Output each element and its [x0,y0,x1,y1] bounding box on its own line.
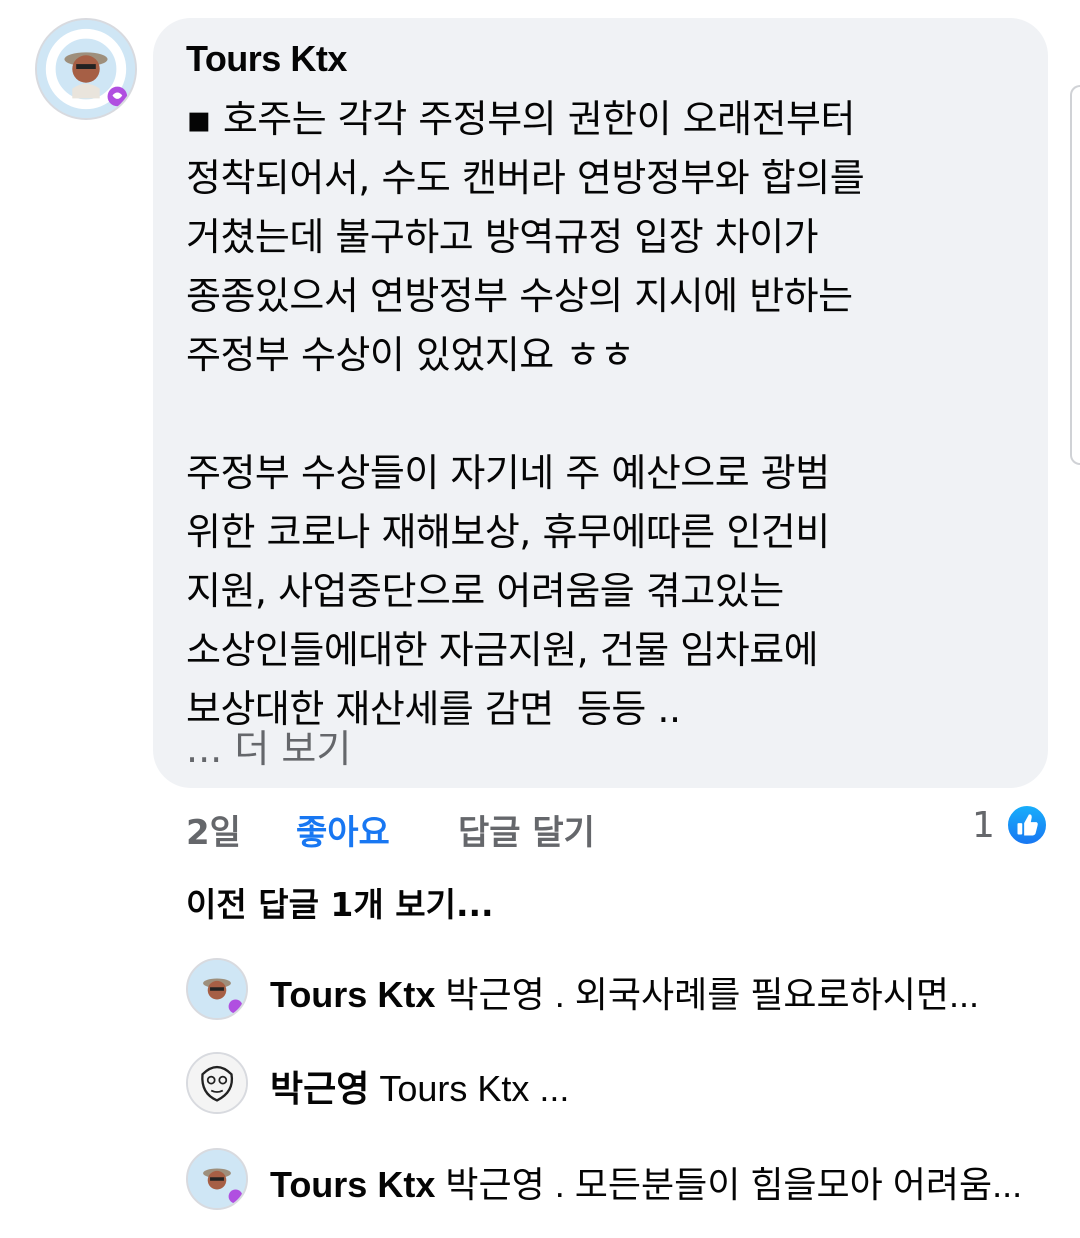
reply-text: 박근영 . 모든분들이 힘을모아 어려움... [435,1164,1023,1205]
reply-item[interactable]: Tours Ktx 박근영 . 모든분들이 힘을모아 어려움... [0,1148,1080,1210]
view-previous-replies[interactable]: 이전 답글 1개 보기... [186,878,494,926]
author-avatar[interactable] [35,18,137,120]
reply-avatar[interactable] [186,1148,248,1210]
reply-avatar[interactable] [186,958,248,1020]
comment-author[interactable]: Tours Ktx [186,38,347,80]
reply-button[interactable]: 답글 달기 [458,805,595,854]
reply-author[interactable]: Tours Ktx [270,974,435,1015]
comment-body: ▪ 호주는 각각 주정부의 권한이 오래전부터 정착되어서, 수도 캔버라 연방… [186,97,865,731]
comment-time: 2일 [186,813,241,853]
reply-author[interactable]: 박근영 [270,1068,369,1109]
reply-text: 박근영 . 외국사례를 필요로하시면... [435,974,980,1015]
see-more-link[interactable]: ... 더 보기 [186,718,351,773]
reply-text: Tours Ktx ... [369,1068,570,1109]
reaction-count[interactable]: 1 [972,805,995,846]
reply-item[interactable]: 박근영 Tours Ktx ... [0,1052,1080,1114]
reply-author[interactable]: Tours Ktx [270,1164,435,1205]
reply-item[interactable]: Tours Ktx 박근영 . 외국사례를 필요로하시면... [0,958,1080,1020]
like-thumb-icon[interactable] [1006,804,1048,846]
scroll-indicator[interactable] [1070,85,1080,465]
reply-avatar[interactable] [186,1052,248,1114]
like-button[interactable]: 좋아요 [296,805,390,854]
